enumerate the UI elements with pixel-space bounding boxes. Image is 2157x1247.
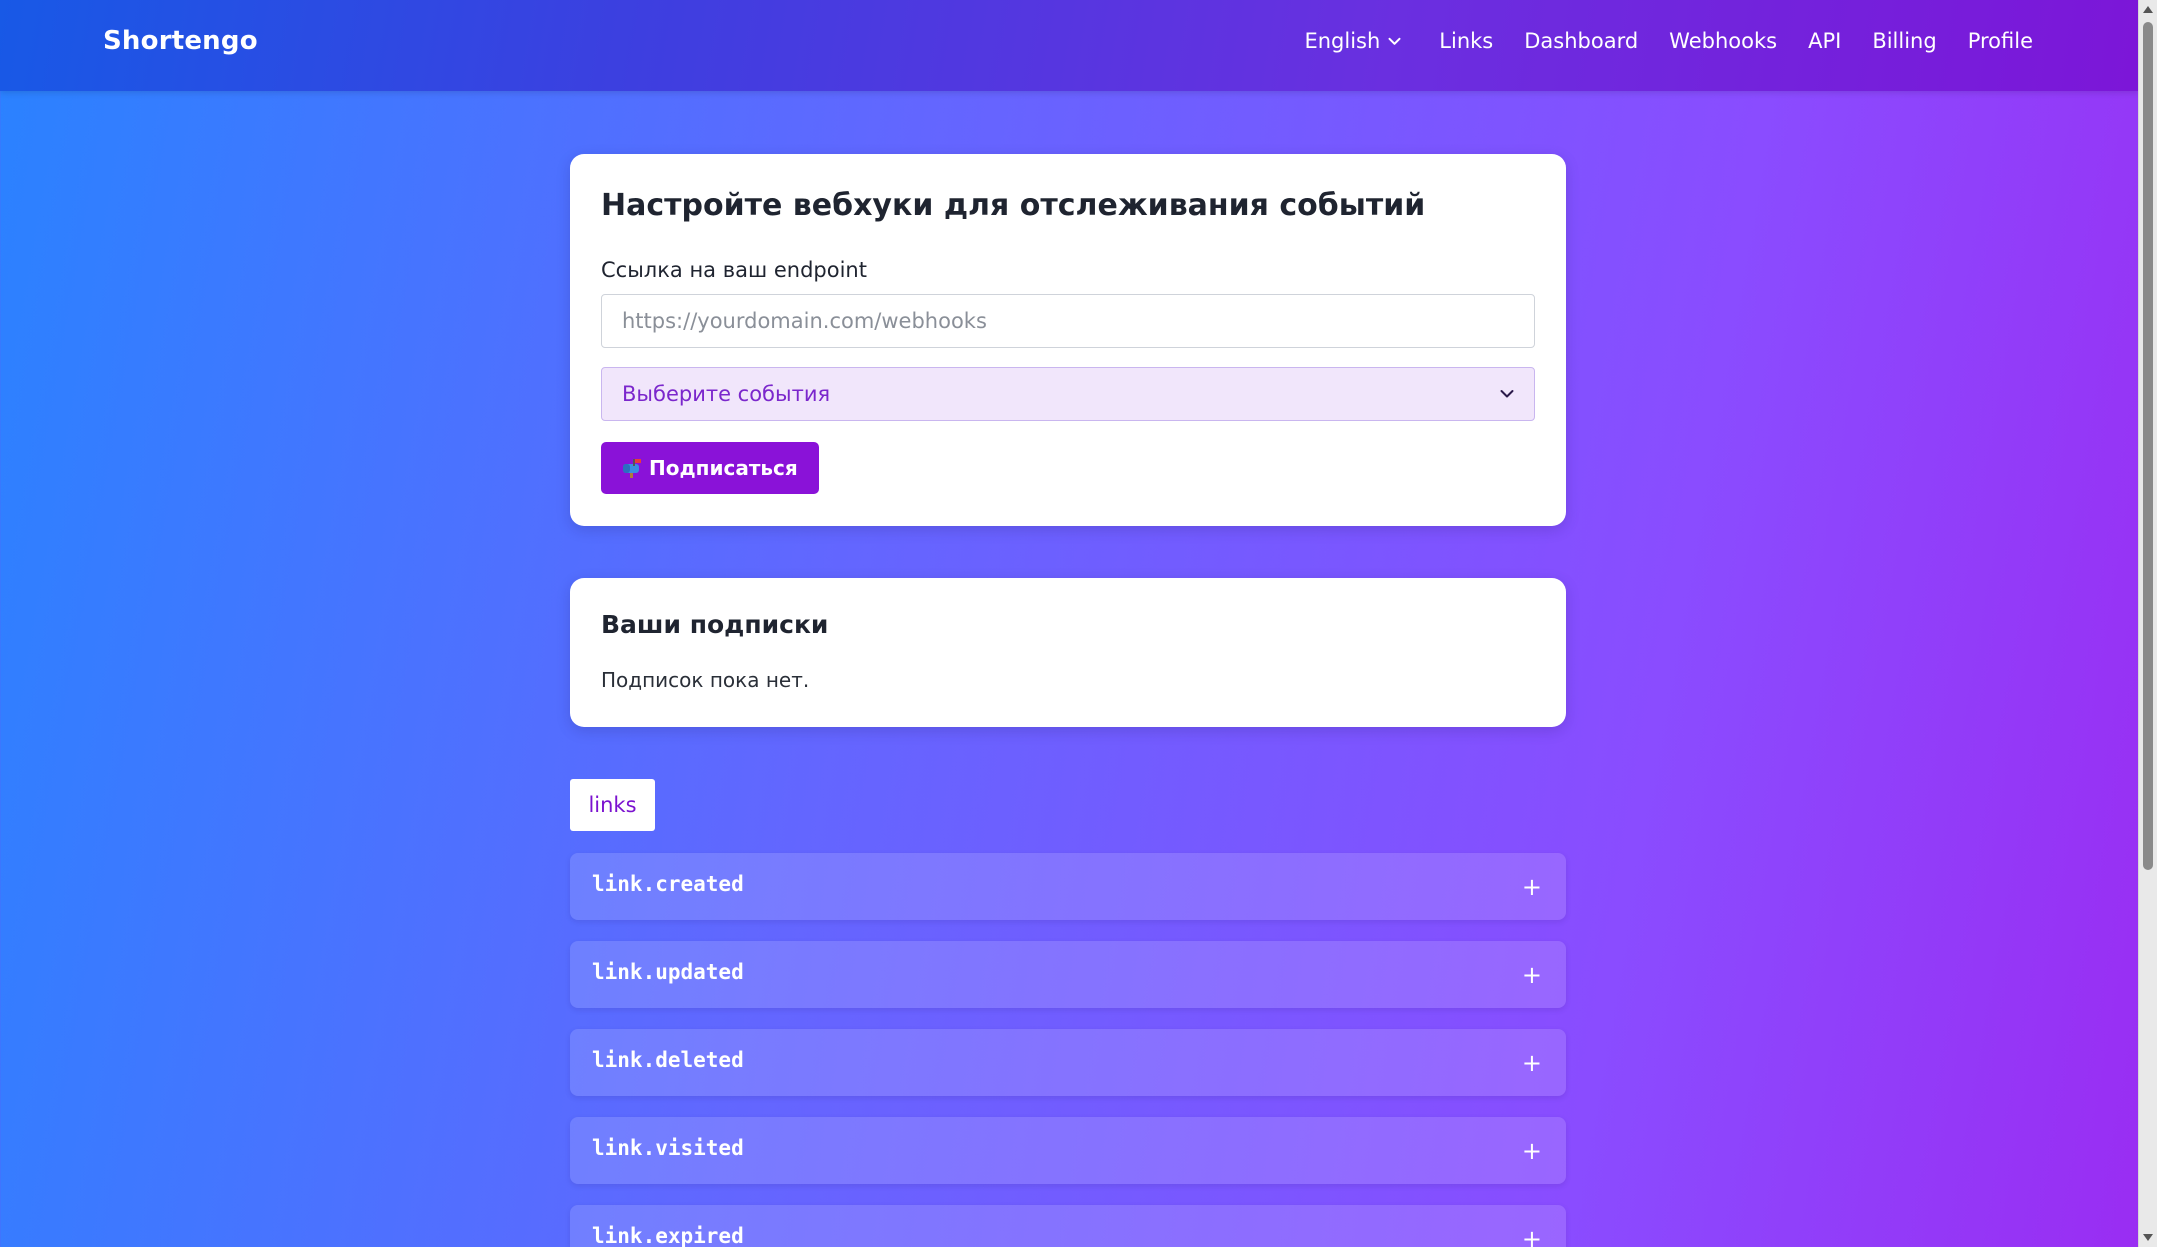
- event-item-link-updated[interactable]: link.updated +: [570, 941, 1566, 1008]
- event-name: link.visited: [592, 1136, 744, 1160]
- subscribe-button-label: Подписаться: [649, 456, 798, 480]
- webhook-subscribe-card: Настройте вебхуки для отслеживания событ…: [570, 154, 1566, 526]
- plus-icon: +: [1521, 873, 1542, 901]
- plus-icon: +: [1521, 1225, 1542, 1247]
- nav-link-webhooks[interactable]: Webhooks: [1669, 29, 1777, 53]
- main-nav: English Links Dashboard Webhooks API Bil…: [1304, 29, 2033, 53]
- nav-link-billing[interactable]: Billing: [1872, 29, 1936, 53]
- tab-links[interactable]: links: [570, 779, 655, 831]
- language-label: English: [1304, 29, 1381, 53]
- subscriptions-title: Ваши подписки: [601, 610, 829, 639]
- plus-icon: +: [1521, 1049, 1542, 1077]
- endpoint-label: Ссылка на ваш endpoint: [601, 258, 867, 282]
- mailbox-icon: [621, 457, 643, 479]
- event-name: link.deleted: [592, 1048, 744, 1072]
- empty-subscriptions-text: Подписок пока нет.: [601, 668, 810, 692]
- page-title: Настройте вебхуки для отслеживания событ…: [601, 188, 1426, 223]
- events-select[interactable]: Выберите события: [601, 367, 1535, 421]
- chevron-down-icon: [1500, 390, 1514, 398]
- event-item-link-created[interactable]: link.created +: [570, 853, 1566, 920]
- plus-icon: +: [1521, 961, 1542, 989]
- nav-link-api[interactable]: API: [1808, 29, 1841, 53]
- scroll-down-icon[interactable]: [2143, 1234, 2153, 1241]
- top-navbar: Shortengo English Links Dashboard Webhoo…: [0, 0, 2139, 91]
- scroll-up-icon[interactable]: [2143, 6, 2153, 13]
- vertical-scrollbar[interactable]: [2138, 0, 2157, 1247]
- event-item-link-deleted[interactable]: link.deleted +: [570, 1029, 1566, 1096]
- nav-link-profile[interactable]: Profile: [1968, 29, 2033, 53]
- event-item-link-visited[interactable]: link.visited +: [570, 1117, 1566, 1184]
- scrollbar-thumb[interactable]: [2143, 22, 2153, 870]
- nav-link-links[interactable]: Links: [1439, 29, 1493, 53]
- plus-icon: +: [1521, 1137, 1542, 1165]
- endpoint-url-input[interactable]: [601, 294, 1535, 348]
- subscriptions-card: Ваши подписки Подписок пока нет.: [570, 578, 1566, 727]
- chevron-down-icon: [1388, 37, 1401, 45]
- subscribe-button[interactable]: Подписаться: [601, 442, 819, 494]
- event-name: link.created: [592, 872, 744, 896]
- event-name: link.updated: [592, 960, 744, 984]
- events-select-label: Выберите события: [622, 382, 831, 406]
- nav-link-dashboard[interactable]: Dashboard: [1524, 29, 1638, 53]
- language-selector[interactable]: English: [1304, 29, 1401, 53]
- event-item-link-expired[interactable]: link.expired +: [570, 1205, 1566, 1247]
- event-name: link.expired: [592, 1224, 744, 1247]
- brand-logo[interactable]: Shortengo: [103, 26, 258, 56]
